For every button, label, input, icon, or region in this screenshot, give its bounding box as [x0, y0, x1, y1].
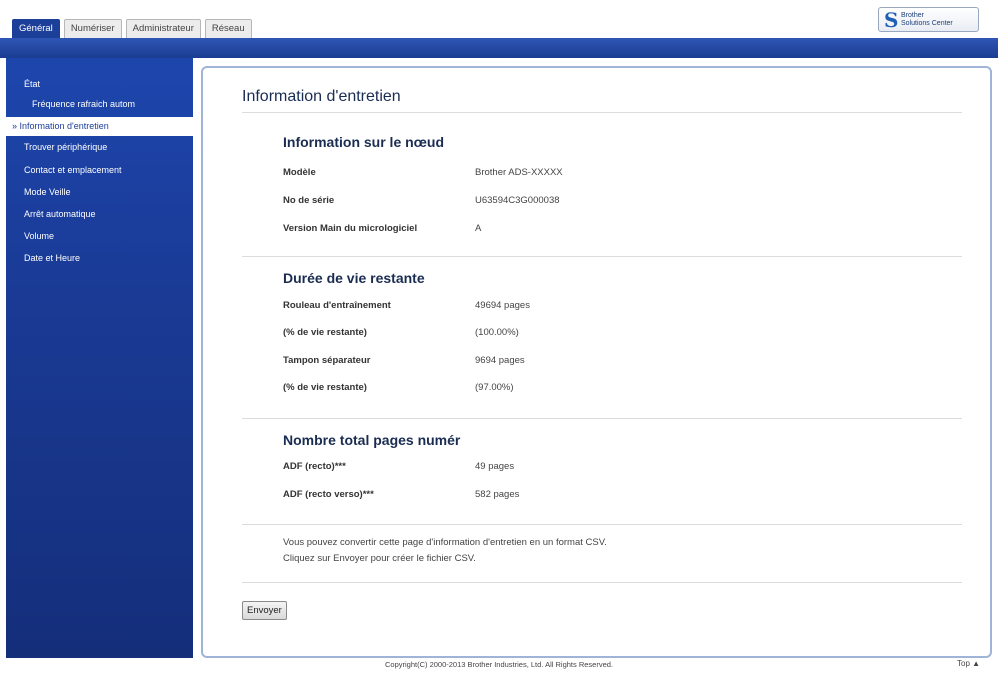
sidebar: État Fréquence rafraich autom » Informat… [6, 58, 193, 658]
row-value-tampon: 9694 pages [475, 355, 525, 366]
copyright-notice: Copyright(C) 2000-2013 Brother Industrie… [384, 660, 614, 669]
tab-general[interactable]: Général [12, 19, 60, 38]
row-label-no-serie: No de série [283, 195, 335, 206]
row-label-modele: Modèle [283, 167, 316, 178]
sidebar-item-trouver-peripherique[interactable]: Trouver périphérique [6, 138, 193, 157]
csv-info-line-2: Cliquez sur Envoyer pour créer le fichie… [283, 553, 476, 564]
row-label-rouleau-pct: (% de vie restante) [283, 327, 367, 338]
brother-solutions-center-logo[interactable]: S Brother Solutions Center [878, 7, 979, 32]
web-config-page: Général Numériser Administrateur Réseau … [0, 0, 998, 673]
row-label-adf-recto-verso: ADF (recto verso)*** [283, 489, 374, 500]
section-title-node: Information sur le nœud [283, 134, 444, 150]
page-title: Information d'entretien [242, 88, 401, 105]
sidebar-item-mode-veille[interactable]: Mode Veille [6, 183, 193, 202]
brother-s-icon: S [884, 7, 899, 32]
row-value-modele: Brother ADS-XXXXX [475, 167, 563, 178]
sidebar-item-contact-emplacement[interactable]: Contact et emplacement [6, 161, 193, 180]
section-divider [242, 524, 962, 525]
section-title-total: Nombre total pages numér [283, 432, 461, 448]
section-divider [242, 256, 962, 257]
csv-info-line-1: Vous pouvez convertir cette page d'infor… [283, 537, 607, 548]
row-value-rouleau: 49694 pages [475, 300, 530, 311]
tab-administrateur[interactable]: Administrateur [125, 19, 201, 38]
row-label-rouleau: Rouleau d'entraînement [283, 300, 391, 311]
tab-reseau[interactable]: Réseau [204, 19, 252, 38]
sidebar-item-frequence-rafraich[interactable]: Fréquence rafraich autom [6, 95, 193, 114]
main-panel: Information d'entretien Information sur … [201, 66, 992, 658]
header-band [0, 38, 998, 58]
title-divider [242, 112, 962, 113]
row-value-no-serie: U63594C3G000038 [475, 195, 560, 206]
sidebar-item-arret-automatique[interactable]: Arrêt automatique [6, 205, 193, 224]
row-value-version-firmware: A [475, 223, 482, 234]
row-value-tampon-pct: (97.00%) [475, 382, 514, 393]
row-label-tampon: Tampon séparateur [283, 355, 371, 366]
row-value-adf-recto: 49 pages [475, 461, 515, 472]
tab-list: Général Numériser Administrateur Réseau [12, 19, 252, 38]
envoyer-button[interactable]: Envoyer [242, 601, 287, 620]
top-link[interactable]: Top ▲ [957, 659, 980, 668]
row-value-rouleau-pct: (100.00%) [475, 327, 519, 338]
row-label-tampon-pct: (% de vie restante) [283, 382, 367, 393]
row-label-version-firmware: Version Main du micrologiciel [283, 223, 418, 234]
section-divider [242, 418, 962, 419]
row-value-adf-recto-verso: 582 pages [475, 489, 520, 500]
sidebar-item-date-heure[interactable]: Date et Heure [6, 249, 193, 268]
logo-line-2: Solutions Center [901, 19, 953, 27]
section-divider [242, 582, 962, 583]
section-title-life: Durée de vie restante [283, 270, 425, 286]
logo-line-1: Brother [901, 11, 924, 19]
row-label-adf-recto: ADF (recto)*** [283, 461, 346, 472]
sidebar-item-volume[interactable]: Volume [6, 227, 193, 246]
sidebar-item-etat[interactable]: État [6, 75, 193, 94]
sidebar-item-information-entretien[interactable]: » Information d'entretien [6, 117, 193, 136]
logo-text: Brother Solutions Center [901, 12, 953, 28]
tab-numeriser[interactable]: Numériser [63, 19, 122, 38]
top-tab-bar: Général Numériser Administrateur Réseau … [0, 0, 998, 38]
